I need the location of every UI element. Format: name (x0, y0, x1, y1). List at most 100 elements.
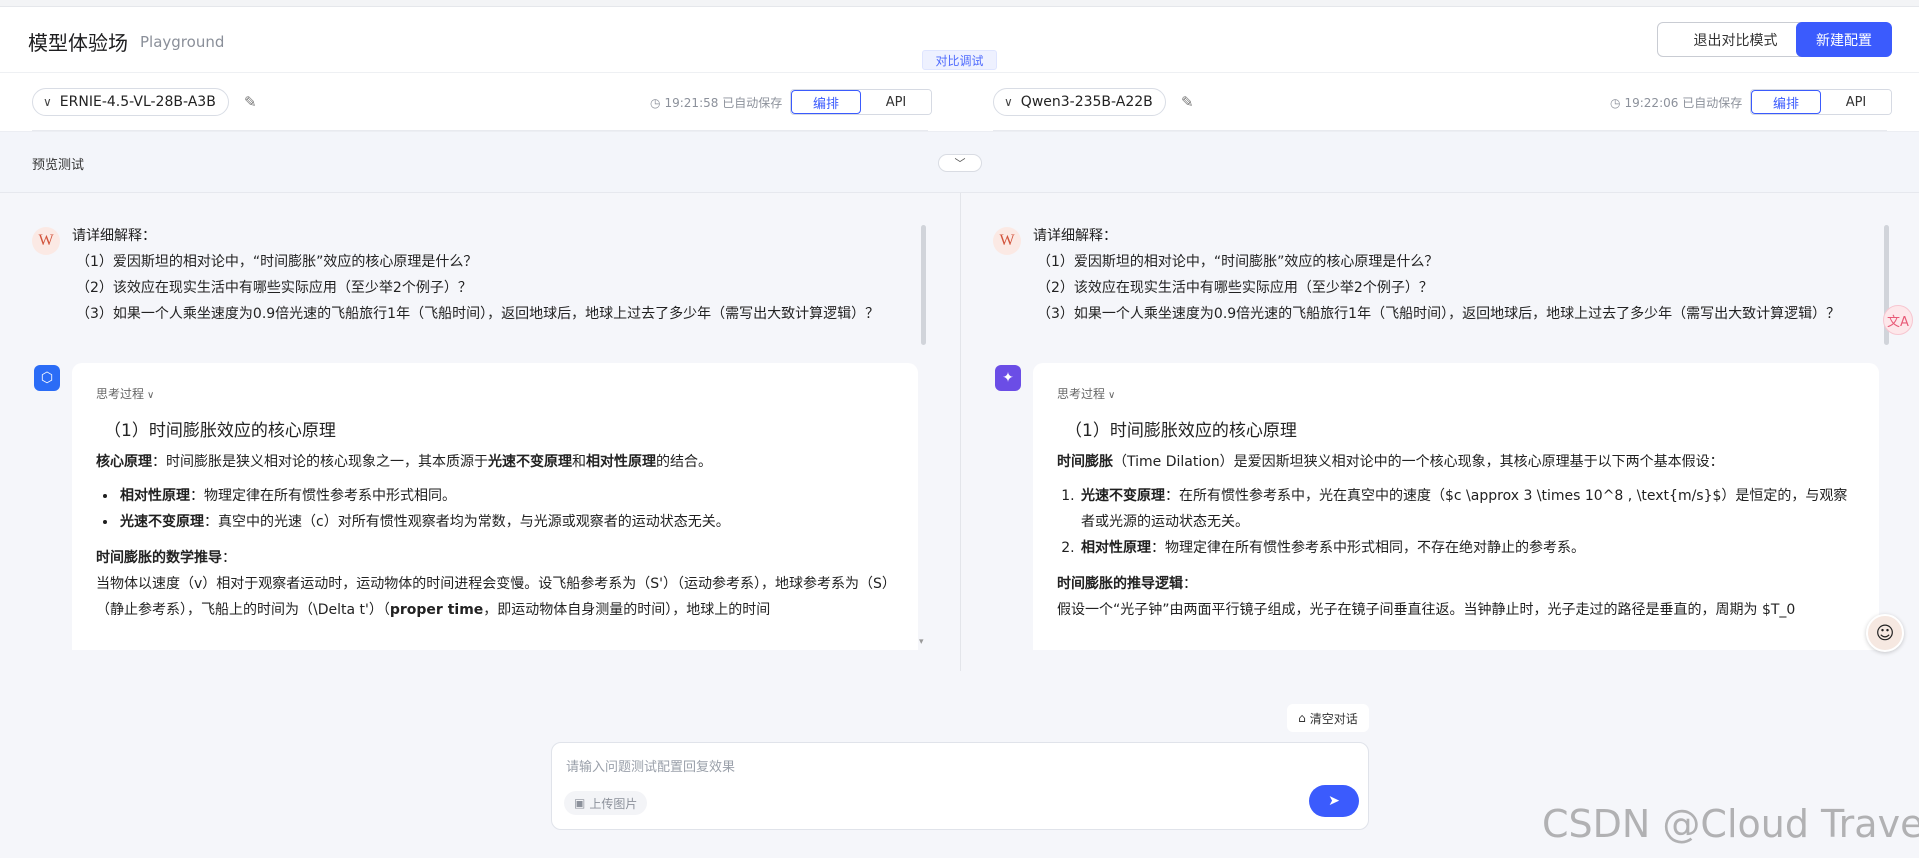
text: ：在所有惯性参考系中，光在真空中的速度（$c \approx 3 \times … (1081, 488, 1848, 530)
chevron-down-icon: ∨ (1108, 390, 1116, 401)
right-chat-pane[interactable]: W 请详细解释： （1）爱因斯坦的相对论中，“时间膨胀”效应的核心原理是什么？ … (961, 205, 1919, 650)
bold-term: 光速不变原理 (488, 454, 572, 470)
right-autosave-text: 19:22:06 已自动保存 (1624, 96, 1743, 110)
bold-term: 时间膨胀的数学推导 (96, 550, 222, 566)
left-mode-tabs: 编排 API (790, 89, 932, 115)
clock-icon: ◷ (650, 95, 661, 110)
list-item: 光速不变原理：真空中的光速（c）对所有惯性观察者均为常数，与光源或观察者的运动状… (118, 509, 894, 535)
right-model-name: Qwen3-235B-A22B (1020, 94, 1153, 110)
text: ：真空中的光速（c）对所有惯性观察者均为常数，与光源或观察者的运动状态无关。 (204, 514, 730, 530)
user-line: （1）爱因斯坦的相对论中，“时间膨胀”效应的核心原理是什么？ (76, 254, 478, 270)
list-item: 光速不变原理：在所有惯性参考系中，光在真空中的速度（$c \approx 3 \… (1079, 483, 1855, 535)
collapse-preview-button[interactable]: ﹀ (938, 154, 982, 172)
tab-api[interactable]: API (861, 90, 931, 114)
text: ，即运动物体自身测量的时间），地球上的时间 (483, 602, 771, 618)
right-ai-answer: 思考过程 ∨ （1）时间膨胀效应的核心原理 时间膨胀（Time Dilation）… (1033, 363, 1879, 650)
send-icon: ➤ (1328, 793, 1340, 809)
answer-section-title: 时间膨胀的推导逻辑： (1057, 571, 1855, 597)
left-chat-pane[interactable]: W 请详细解释： （1）爱因斯坦的相对论中，“时间膨胀”效应的核心原理是什么？ … (0, 205, 960, 650)
text: ：物理定律在所有惯性参考系中形式相同。 (190, 488, 456, 504)
right-model-bar: ∨ Qwen3-235B-A22B ✎ ◷ 19:22:06 已自动保存 编排 … (961, 73, 1919, 131)
chevron-down-icon: ﹀ (954, 157, 966, 170)
exit-compare-button[interactable]: 退出对比模式 (1657, 22, 1814, 57)
answer-paragraph: 核心原理：时间膨胀是狭义相对论的核心现象之一，其本质源于光速不变原理和相对性原理… (96, 449, 894, 475)
bold-term: 核心原理 (96, 454, 152, 470)
preview-label: 预览测试 (32, 158, 85, 173)
edit-icon[interactable]: ✎ (244, 93, 257, 111)
scrollbar[interactable] (921, 225, 926, 345)
edit-icon[interactable]: ✎ (1181, 93, 1194, 111)
text: 假设一个“光子钟”由两面平行镜子组成，光子在镜子间垂直往返。当钟静止时，光子走过… (1057, 602, 1796, 618)
answer-bullet-list: 相对性原理：物理定律在所有惯性参考系中形式相同。 光速不变原理：真空中的光速（c… (118, 483, 894, 535)
left-autosave-text: 19:21:58 已自动保存 (664, 96, 783, 110)
thinking-process-toggle[interactable]: 思考过程 ∨ (96, 385, 894, 402)
assistant-avatar-icon[interactable]: ☺ (1866, 614, 1904, 652)
list-item: 相对性原理：物理定律在所有惯性参考系中形式相同。 (118, 483, 894, 509)
bold-term: 相对性原理 (586, 454, 656, 470)
answer-heading: （1）时间膨胀效应的核心原理 (1065, 421, 1297, 441)
page-title: 模型体验场 (28, 31, 128, 55)
upload-image-button[interactable]: ▣ 上传图片 (564, 791, 648, 815)
user-line: （2）该效应在现实生活中有哪些实际应用（至少举2个例子）？ (76, 280, 472, 296)
new-config-button[interactable]: 新建配置 (1796, 22, 1892, 57)
answer-heading: （1）时间膨胀效应的核心原理 (104, 421, 336, 441)
user-line: （1）爱因斯坦的相对论中，“时间膨胀”效应的核心原理是什么？ (1037, 254, 1439, 270)
translate-icon[interactable]: 文A (1883, 305, 1913, 335)
right-model-selector[interactable]: ∨ Qwen3-235B-A22B (993, 88, 1166, 116)
user-line: 请详细解释： (72, 228, 156, 244)
user-avatar: W (993, 227, 1021, 255)
user-line: （2）该效应在现实生活中有哪些实际应用（至少举2个例子）？ (1037, 280, 1433, 296)
text: ：物理定律在所有惯性参考系中形式相同，不存在绝对静止的参考系。 (1151, 540, 1585, 556)
user-avatar: W (32, 227, 60, 255)
clear-chat-label: 清空对话 (1309, 711, 1358, 726)
left-ai-answer: 思考过程 ∨ （1）时间膨胀效应的核心原理 核心原理：时间膨胀是狭义相对论的核心现… (72, 363, 918, 650)
bold-term: 相对性原理 (120, 488, 190, 504)
chevron-down-icon: ∨ (1004, 95, 1013, 109)
answer-section-title: 时间膨胀的数学推导： (96, 545, 894, 571)
tab-edit[interactable]: 编排 (1751, 90, 1821, 114)
right-mode-tabs: 编排 API (1750, 89, 1892, 115)
top-strip (0, 0, 1919, 7)
image-icon: ▣ (574, 796, 586, 810)
answer-paragraph: 假设一个“光子钟”由两面平行镜子组成，光子在镜子间垂直往返。当钟静止时，光子走过… (1057, 597, 1855, 623)
text: 和 (572, 454, 586, 470)
bold-term: 时间膨胀的推导逻辑 (1057, 576, 1183, 592)
left-model-bar: ∨ ERNIE-4.5-VL-28B-A3B ✎ ◷ 19:21:58 已自动保… (0, 73, 960, 131)
tab-api[interactable]: API (1821, 90, 1891, 114)
ernie-logo-icon: ⬡ (34, 365, 60, 391)
list-item: 相对性原理：物理定律在所有惯性参考系中形式相同，不存在绝对静止的参考系。 (1079, 535, 1855, 561)
bold-term: 光速不变原理 (120, 514, 204, 530)
answer-paragraph: 时间膨胀（Time Dilation）是爱因斯坦狭义相对论中的一个核心现象，其核… (1057, 449, 1855, 475)
bold-term: 相对性原理 (1081, 540, 1151, 556)
answer-paragraph: 当物体以速度（v）相对于观察者运动时，运动物体的时间进程会变慢。设飞船参考系为（… (96, 571, 894, 623)
clear-chat-button[interactable]: ⌂ 清空对话 (1287, 704, 1369, 732)
left-model-selector[interactable]: ∨ ERNIE-4.5-VL-28B-A3B (32, 88, 229, 116)
left-autosave-status: ◷ 19:21:58 已自动保存 (650, 94, 782, 111)
thinking-process-toggle[interactable]: 思考过程 ∨ (1057, 385, 1855, 402)
tab-edit[interactable]: 编排 (791, 90, 861, 114)
answer-numbered-list: 光速不变原理：在所有惯性参考系中，光在真空中的速度（$c \approx 3 \… (1079, 483, 1855, 561)
user-line: （3）如果一个人乘坐速度为0.9倍光速的飞船旅行1年（飞船时间），返回地球后，地… (1037, 306, 1841, 322)
text: ：时间膨胀是狭义相对论的核心现象之一，其本质源于 (152, 454, 488, 470)
send-button[interactable]: ➤ (1309, 785, 1359, 817)
bold-term: proper time (389, 602, 484, 618)
thinking-label: 思考过程 (96, 387, 145, 401)
broom-icon: ⌂ (1298, 711, 1306, 725)
user-line: 请详细解释： (1033, 228, 1117, 244)
text: ： (222, 550, 236, 566)
chat-input[interactable] (566, 755, 1326, 779)
upload-label: 上传图片 (589, 796, 638, 811)
left-model-name: ERNIE-4.5-VL-28B-A3B (59, 94, 216, 110)
clock-icon: ◷ (1610, 95, 1621, 110)
chat-input-box: ▣ 上传图片 ➤ (551, 742, 1369, 830)
bold-term: 时间膨胀 (1057, 454, 1113, 470)
user-line: （3）如果一个人乘坐速度为0.9倍光速的飞船旅行1年（飞船时间），返回地球后，地… (76, 306, 880, 322)
scroll-down-icon[interactable]: ▾ (919, 637, 924, 647)
text: 的结合。 (656, 454, 712, 470)
compare-debug-badge: 对比调试 (922, 50, 997, 70)
thinking-label: 思考过程 (1057, 387, 1106, 401)
user-message-text: 请详细解释： （1）爱因斯坦的相对论中，“时间膨胀”效应的核心原理是什么？ （2… (72, 223, 922, 327)
chevron-down-icon: ∨ (147, 390, 155, 401)
qwen-logo-icon: ✦ (995, 365, 1021, 391)
preview-bar: 预览测试 ﹀ (0, 131, 1919, 193)
